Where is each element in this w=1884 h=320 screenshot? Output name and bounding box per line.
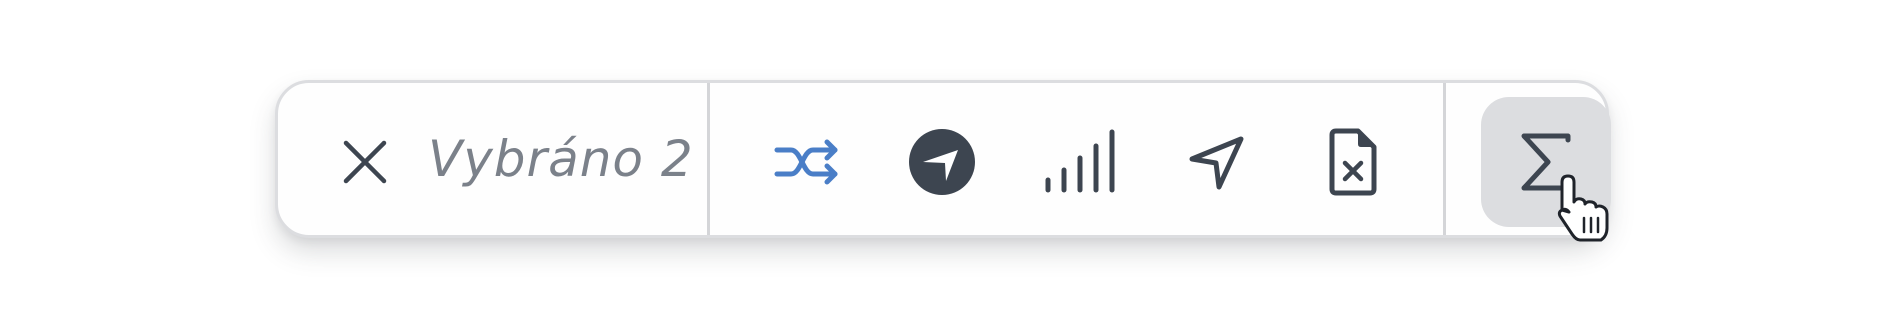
selection-toolbar: Vybráno 2 bbox=[275, 80, 1611, 238]
close-selection-button[interactable] bbox=[326, 123, 404, 201]
signal-strength-button[interactable] bbox=[1038, 119, 1124, 205]
sigma-icon bbox=[1521, 133, 1571, 191]
stage: Vybráno 2 bbox=[0, 0, 1884, 320]
send-button[interactable] bbox=[1178, 123, 1256, 201]
navigation-circle-icon bbox=[909, 129, 975, 195]
navigate-button[interactable] bbox=[903, 123, 981, 201]
shuffle-button[interactable] bbox=[768, 123, 846, 201]
toolbar-divider bbox=[1443, 83, 1446, 235]
toolbar-divider bbox=[707, 83, 710, 235]
delete-file-button[interactable] bbox=[1314, 119, 1392, 205]
send-arrow-icon bbox=[1189, 136, 1244, 190]
file-x-icon bbox=[1329, 128, 1377, 196]
signal-bars-icon bbox=[1045, 129, 1115, 193]
sum-button[interactable] bbox=[1481, 97, 1611, 227]
close-icon bbox=[343, 140, 387, 184]
shuffle-icon bbox=[774, 139, 838, 185]
selection-count-label: Vybráno 2 bbox=[428, 130, 694, 188]
